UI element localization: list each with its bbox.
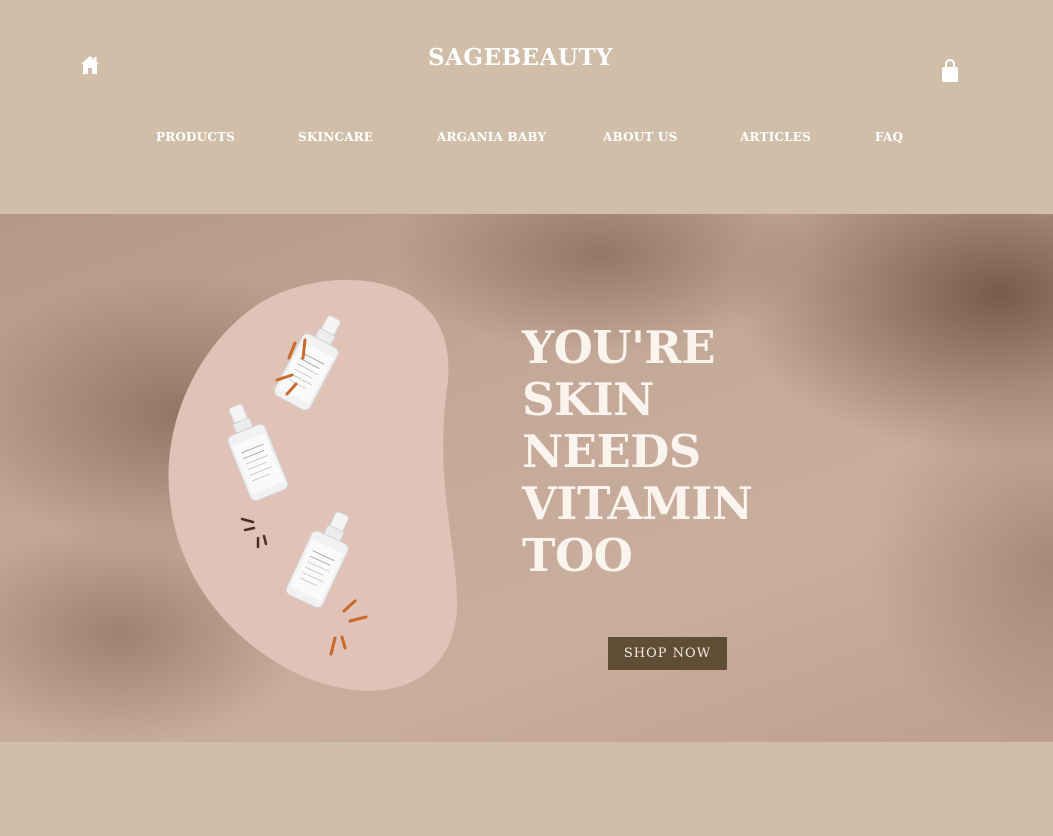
headline-line: NEEDS — [522, 425, 701, 478]
main-nav: PRODUCTS SKINCARE ARGANIA BABY ABOUT US … — [0, 130, 1053, 150]
nav-item-articles[interactable]: ARTICLES — [740, 130, 811, 144]
nav-item-products[interactable]: PRODUCTS — [156, 130, 235, 144]
nav-item-faq[interactable]: FAQ — [875, 130, 903, 144]
brand-name: SAGEBEAUTY — [427, 44, 614, 71]
nav-item-skincare[interactable]: SKINCARE — [298, 130, 373, 144]
brand-logo[interactable]: SAGEBEAUTY — [0, 44, 1053, 71]
product-illustration — [168, 279, 458, 691]
headline-line: TOO — [522, 529, 633, 582]
shop-now-button[interactable]: SHOP NOW — [608, 637, 727, 670]
shopping-bag-icon[interactable] — [941, 58, 959, 84]
headline-line: SKIN — [522, 373, 654, 426]
headline-line: YOU'RE — [522, 321, 716, 374]
headline-line: VITAMIN — [522, 477, 753, 530]
hero-headline: YOU'RE SKIN NEEDS VITAMIN TOO — [522, 321, 753, 582]
site-header: SAGEBEAUTY PRODUCTS SKINCARE ARGANIA BAB… — [0, 0, 1053, 214]
nav-item-about-us[interactable]: ABOUT US — [603, 130, 677, 144]
nav-item-argania-baby[interactable]: ARGANIA BABY — [437, 130, 546, 144]
footer-band — [0, 742, 1053, 836]
hero-banner: YOU'RE SKIN NEEDS VITAMIN TOO SHOP NOW — [0, 214, 1053, 742]
